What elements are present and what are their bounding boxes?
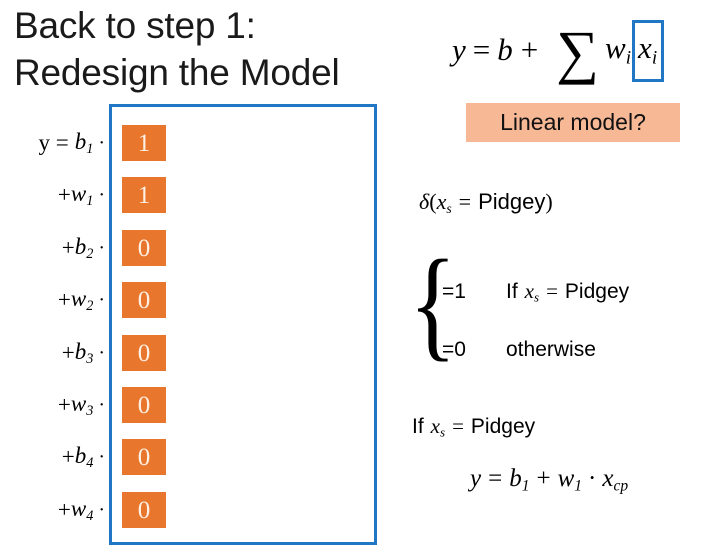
- delta-symbol-icon: δ: [419, 189, 430, 214]
- feature-row-prefix: +: [61, 340, 75, 365]
- final-w-term: w1: [557, 465, 583, 495]
- formula-equals: =: [472, 32, 491, 67]
- feature-row-label-5: + b3 ·: [0, 335, 108, 371]
- feature-row-dot-operator: ·: [98, 445, 105, 468]
- cases-row-false: =0 otherwise: [442, 338, 596, 362]
- cases-false-condition: otherwise: [506, 338, 596, 361]
- delta-function-definition: δ(xs = Pidgey): [419, 189, 553, 217]
- feature-row-dot-operator: ·: [98, 393, 105, 416]
- feature-value-box-1: 1: [122, 125, 166, 161]
- feature-row-dot-operator: ·: [98, 288, 105, 311]
- conditional-statement: If xs = Pidgey: [412, 414, 535, 441]
- feature-row-dot-operator: ·: [98, 131, 105, 154]
- final-y: y: [470, 465, 482, 492]
- delta-equals: =: [458, 189, 472, 214]
- feature-row-label-4: + w2 ·: [0, 282, 108, 318]
- feature-row-coefficient: w2: [70, 285, 94, 314]
- final-x-term: xcp: [602, 465, 629, 495]
- feature-row-prefix: +: [57, 287, 71, 312]
- feature-row-label-8: + w4 ·: [0, 492, 108, 528]
- conditional-equals: =: [452, 414, 464, 438]
- feature-row-label-1: y = b1 ·: [0, 125, 108, 161]
- slide-canvas: Back to step 1: Redesign the Model y = b…: [0, 0, 710, 557]
- cases-true-x-term: xs: [524, 279, 540, 305]
- boxed-xi-term: xi: [632, 20, 665, 82]
- feature-row-label-6: + w3 ·: [0, 387, 108, 423]
- feature-row-label-7: + b4 ·: [0, 439, 108, 475]
- feature-row-dot-operator: ·: [98, 498, 105, 521]
- conditional-species: Pidgey: [470, 415, 536, 438]
- cases-true-species: Pidgey: [564, 280, 630, 303]
- feature-row-coefficient: w1: [70, 180, 94, 209]
- linear-model-label: Linear model?: [500, 109, 646, 135]
- final-equation: y = b1 + w1 · xcp: [470, 465, 628, 495]
- feature-value-box-6: 0: [122, 387, 166, 423]
- formula-w: wi: [605, 30, 632, 69]
- cases-true-equals: =: [546, 279, 558, 303]
- page-title-line-2: Redesign the Model: [14, 52, 340, 93]
- delta-open-paren: (: [429, 189, 437, 214]
- feature-row-coefficient: b1: [74, 128, 94, 157]
- formula-plus: +: [520, 32, 539, 67]
- feature-row-prefix: +: [61, 235, 75, 260]
- feature-row-dot-operator: ·: [98, 183, 105, 206]
- summation-sigma-icon: ∑: [556, 19, 600, 85]
- feature-row-prefix: y =: [38, 130, 69, 155]
- feature-value-box-7: 0: [122, 439, 166, 475]
- formula-y: y: [452, 32, 466, 67]
- feature-row-prefix: +: [57, 392, 71, 417]
- cases-false-value: =0: [442, 338, 466, 361]
- feature-row-coefficient: b4: [74, 442, 94, 471]
- feature-row-prefix: +: [61, 444, 75, 469]
- feature-row-prefix: +: [57, 497, 71, 522]
- feature-row-label-2: + w1 ·: [0, 177, 108, 213]
- feature-vector-highlight-box: [109, 104, 377, 545]
- conditional-x-term: xs: [430, 414, 446, 440]
- feature-row-label-3: + b2 ·: [0, 230, 108, 266]
- page-title: Back to step 1: Redesign the Model: [14, 2, 444, 96]
- feature-value-box-3: 0: [122, 230, 166, 266]
- final-plus: +: [536, 465, 551, 492]
- final-dot: ·: [588, 465, 597, 492]
- feature-row-coefficient: b2: [74, 233, 94, 262]
- cases-true-value: =1: [442, 280, 466, 303]
- feature-row-dot-operator: ·: [98, 236, 105, 259]
- cases-true-if: If: [506, 280, 518, 303]
- formula-b: b: [497, 32, 513, 67]
- feature-row-prefix: +: [57, 182, 71, 207]
- feature-value-box-8: 0: [122, 492, 166, 528]
- feature-row-dot-operator: ·: [98, 341, 105, 364]
- feature-row-coefficient: w4: [70, 495, 94, 524]
- page-title-line-1: Back to step 1:: [14, 5, 256, 46]
- final-b-term: b1: [509, 465, 530, 495]
- feature-value-box-4: 0: [122, 282, 166, 318]
- delta-x-term: xs: [436, 189, 452, 216]
- delta-species: Pidgey: [478, 189, 546, 214]
- delta-cases-block: { =1 If xs = Pidgey =0 otherwise: [409, 242, 699, 374]
- final-equals: =: [488, 465, 503, 492]
- feature-row-coefficient: b3: [74, 338, 94, 367]
- linear-model-formula: y = b + ∑ wi xi: [452, 14, 665, 86]
- cases-row-true: =1 If xs = Pidgey: [442, 279, 629, 306]
- conditional-if: If: [412, 415, 424, 438]
- feature-row-coefficient: w3: [70, 390, 94, 419]
- feature-value-box-2: 1: [122, 177, 166, 213]
- feature-value-box-5: 0: [122, 335, 166, 371]
- delta-close-paren: ): [545, 189, 553, 214]
- linear-model-callout: Linear model?: [466, 103, 680, 142]
